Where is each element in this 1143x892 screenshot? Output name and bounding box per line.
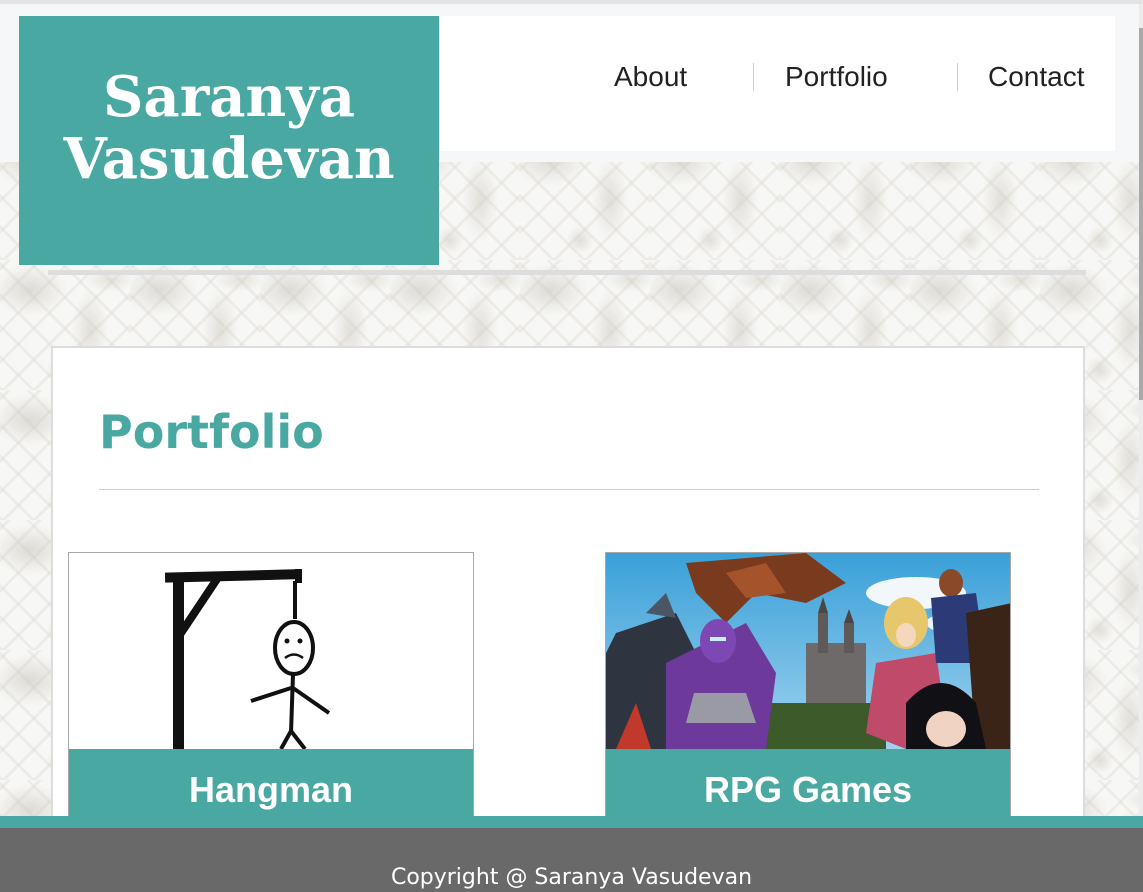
- rpg-games-image: [606, 553, 1010, 749]
- nav-divider: [957, 63, 958, 91]
- nav-link-about[interactable]: About: [614, 60, 687, 94]
- project-card-hangman[interactable]: Hangman: [68, 552, 474, 832]
- logo-name-line-1: Saranya: [102, 64, 356, 130]
- header-divider: [48, 270, 1086, 275]
- footer-accent-strip: [0, 816, 1143, 828]
- hangman-image: [69, 553, 473, 749]
- top-navigation: About Portfolio Contact: [440, 16, 1115, 151]
- copyright-text: Copyright @ Saranya Vasudevan: [390, 865, 753, 890]
- scrollbar-thumb[interactable]: [1139, 28, 1143, 400]
- footer: Copyright @ Saranya Vasudevan: [0, 828, 1143, 892]
- nav-link-contact[interactable]: Contact: [988, 60, 1085, 94]
- page-title: Portfolio: [99, 405, 324, 459]
- nav-divider: [753, 63, 754, 91]
- site-logo[interactable]: Saranya Vasudevan: [19, 16, 439, 265]
- logo-name-line-2: Vasudevan: [63, 126, 395, 192]
- nav-link-portfolio[interactable]: Portfolio: [785, 60, 888, 94]
- title-divider: [99, 489, 1039, 490]
- project-card-rpg-games[interactable]: RPG Games: [605, 552, 1011, 832]
